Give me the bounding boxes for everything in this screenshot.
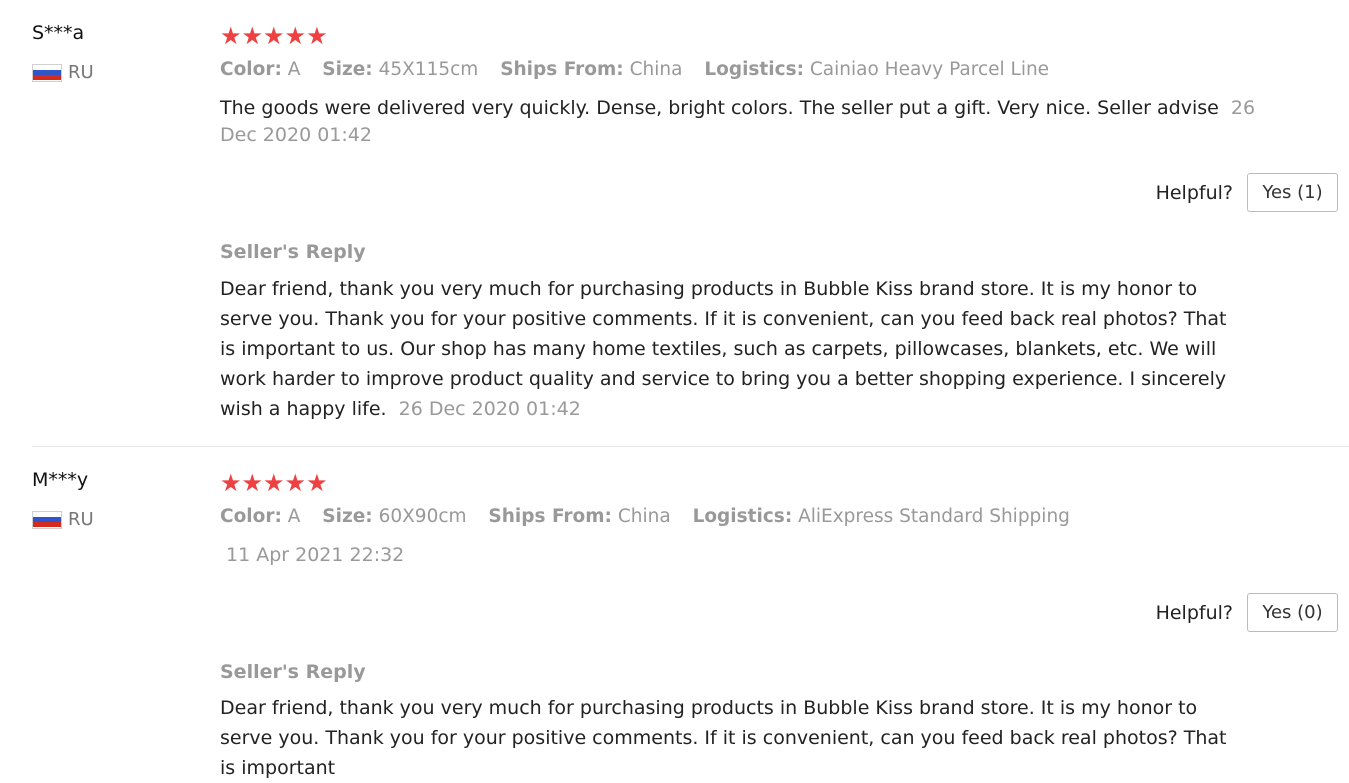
size-value: 60X90cm xyxy=(378,506,467,527)
russia-flag-icon xyxy=(32,510,62,529)
ships-from-label: Ships From: xyxy=(500,59,624,80)
size-label: Size: xyxy=(322,506,373,527)
ships-from-label: Ships From: xyxy=(488,506,612,527)
helpful-label: Helpful? xyxy=(1155,181,1233,204)
seller-reply-body: Dear friend, thank you very much for pur… xyxy=(220,278,1227,420)
size-label: Size: xyxy=(322,59,373,80)
star-rating: ★★★★★ xyxy=(220,22,328,50)
order-info: Color: A Size: 45X115cm Ships From: Chin… xyxy=(220,59,1065,80)
review-text: 11 Apr 2021 22:32 xyxy=(226,542,1296,569)
color-label: Color: xyxy=(220,506,282,527)
country-code: RU xyxy=(68,509,94,530)
review-text: The goods were delivered very quickly. D… xyxy=(220,95,1290,149)
color-label: Color: xyxy=(220,59,282,80)
logistics-label: Logistics: xyxy=(692,506,793,527)
helpful-yes-button[interactable]: Yes (1) xyxy=(1247,173,1338,212)
star-rating: ★★★★★ xyxy=(220,469,328,497)
order-info: Color: A Size: 60X90cm Ships From: China… xyxy=(220,506,1086,527)
ships-from-value: China xyxy=(617,506,671,527)
color-value: A xyxy=(287,506,301,527)
ships-from-value: China xyxy=(629,59,683,80)
seller-reply-text: Dear friend, thank you very much for pur… xyxy=(220,274,1240,424)
seller-reply-heading: Seller's Reply xyxy=(220,241,366,263)
review-item: M***y RU ★★★★★ Color: A Size: 60X90cm Sh… xyxy=(0,447,1349,779)
review-item: S***a RU ★★★★★ Color: A Size: 45X115cm S… xyxy=(0,0,1349,447)
reviewer-name: M***y xyxy=(32,469,89,491)
reviewer-name: S***a xyxy=(32,22,85,44)
reviewer-country: RU xyxy=(32,62,94,83)
helpful-row: Helpful? Yes (0) xyxy=(1156,593,1338,632)
size-value: 45X115cm xyxy=(378,59,479,80)
russia-flag-icon xyxy=(32,63,62,82)
seller-reply-text: Dear friend, thank you very much for pur… xyxy=(220,693,1240,783)
review-date: 11 Apr 2021 22:32 xyxy=(226,544,405,566)
helpful-row: Helpful? Yes (1) xyxy=(1156,173,1338,212)
seller-reply-date: 26 Dec 2020 01:42 xyxy=(398,398,581,420)
logistics-label: Logistics: xyxy=(704,59,804,80)
review-body: The goods were delivered very quickly. D… xyxy=(220,97,1219,119)
helpful-label: Helpful? xyxy=(1155,601,1233,624)
seller-reply-body: Dear friend, thank you very much for pur… xyxy=(220,697,1227,779)
country-code: RU xyxy=(68,62,94,83)
color-value: A xyxy=(287,59,301,80)
reviewer-country: RU xyxy=(32,509,94,530)
logistics-value: AliExpress Standard Shipping xyxy=(798,506,1070,527)
seller-reply-heading: Seller's Reply xyxy=(220,661,366,683)
helpful-yes-button[interactable]: Yes (0) xyxy=(1247,593,1338,632)
logistics-value: Cainiao Heavy Parcel Line xyxy=(809,59,1050,80)
